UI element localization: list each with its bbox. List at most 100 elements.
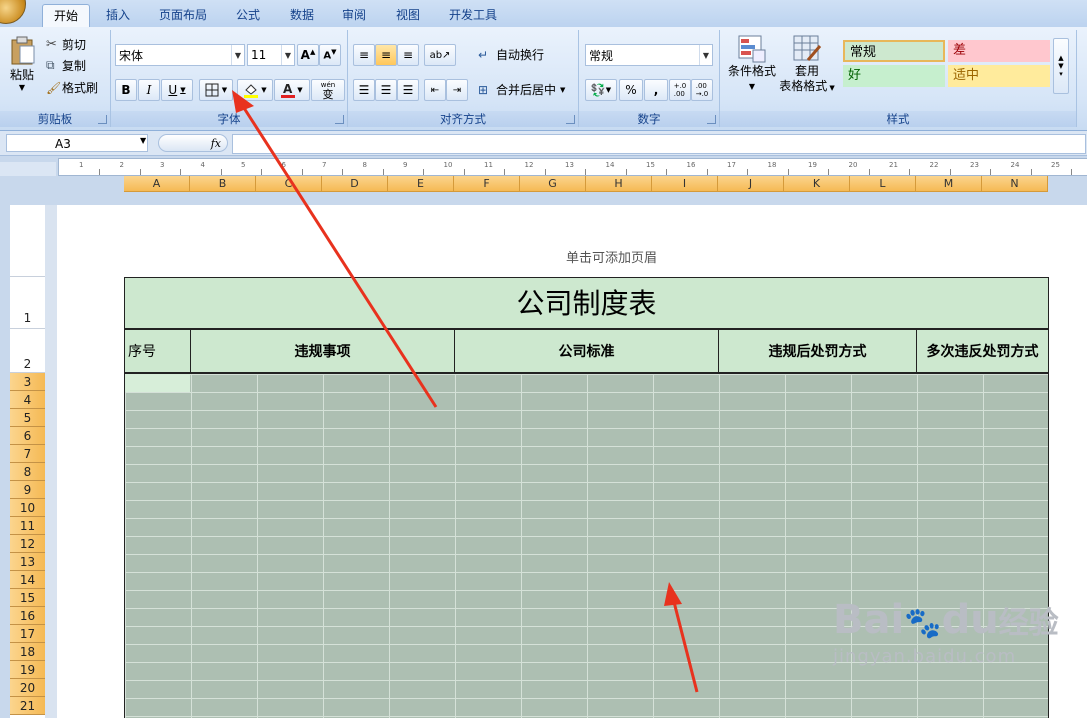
align-left-button[interactable]: ☰ (353, 79, 375, 101)
decrease-decimal-button[interactable]: .00 →.0 (691, 79, 713, 101)
row-header-1[interactable]: 1 (10, 277, 45, 329)
column-header-e[interactable]: E (388, 176, 454, 192)
orientation-button[interactable]: ab↗ (424, 44, 456, 66)
row-header-9[interactable]: 9 (10, 481, 45, 499)
row-header-3[interactable]: 3 (10, 373, 45, 391)
format-painter-button[interactable]: 🖌 格式刷 (46, 79, 98, 96)
sheet-title-cell[interactable]: 公司制度表 (124, 277, 1049, 329)
bold-button[interactable]: B (115, 79, 137, 101)
italic-button[interactable]: I (138, 79, 160, 101)
wrap-text-button[interactable]: ↵ 自动换行 (478, 46, 544, 63)
header-placeholder[interactable]: 单击可添加页眉 (566, 247, 657, 266)
row-header-12[interactable]: 12 (10, 535, 45, 553)
column-header-f[interactable]: F (454, 176, 520, 192)
dialog-launcher-icon[interactable] (707, 115, 716, 124)
number-format-select[interactable]: 常规 ▼ (585, 44, 713, 66)
comma-button[interactable]: , (644, 79, 668, 101)
insert-function-button[interactable]: fx (158, 134, 228, 152)
column-header-c[interactable]: C (256, 176, 322, 192)
row-header-7[interactable]: 7 (10, 445, 45, 463)
row-header-8[interactable]: 8 (10, 463, 45, 481)
column-header-n[interactable]: N (982, 176, 1048, 192)
row-header-20[interactable]: 20 (10, 679, 45, 697)
header-cell-standard[interactable]: 公司标准 (454, 329, 719, 373)
cut-button[interactable]: ✂ 剪切 (46, 36, 86, 53)
align-center-button[interactable]: ☰ (375, 79, 397, 101)
tab-data[interactable]: 数据 (282, 4, 322, 26)
header-cell-index[interactable]: 序号 (124, 329, 191, 373)
style-normal[interactable]: 常规 (843, 40, 945, 62)
column-header-d[interactable]: D (322, 176, 388, 192)
dialog-launcher-icon[interactable] (566, 115, 575, 124)
column-header-b[interactable]: B (190, 176, 256, 192)
format-as-table-button[interactable]: 套用 表格格式 ▼ (776, 34, 838, 96)
increase-decimal-button[interactable]: +.0 .00 (669, 79, 691, 101)
conditional-format-button[interactable]: 条件格式 ▼ (726, 34, 778, 94)
row-header-21[interactable]: 21 (10, 697, 45, 715)
header-cell-penalty[interactable]: 违规后处罚方式 (718, 329, 917, 373)
header-cell-violation[interactable]: 违规事项 (190, 329, 455, 373)
chevron-down-icon[interactable]: ▼ (140, 136, 146, 145)
row-header-4[interactable]: 4 (10, 391, 45, 409)
row-header-16[interactable]: 16 (10, 607, 45, 625)
tab-developer[interactable]: 开发工具 (442, 4, 504, 26)
accounting-format-button[interactable]: 💱 ▼ (585, 79, 617, 101)
copy-button[interactable]: ⧉ 复制 (46, 57, 86, 74)
underline-button[interactable]: U ▼ (161, 79, 193, 101)
row-header-13[interactable]: 13 (10, 553, 45, 571)
column-header-l[interactable]: L (850, 176, 916, 192)
tab-formulas[interactable]: 公式 (228, 4, 268, 26)
borders-button[interactable]: ▼ (199, 79, 233, 101)
column-header-h[interactable]: H (586, 176, 652, 192)
formula-input[interactable] (232, 134, 1086, 154)
row-header-11[interactable]: 11 (10, 517, 45, 535)
dialog-launcher-icon[interactable] (335, 115, 344, 124)
row-header-15[interactable]: 15 (10, 589, 45, 607)
style-good[interactable]: 好 (843, 65, 945, 87)
grow-font-button[interactable]: A▲ (297, 44, 319, 66)
font-size-select[interactable]: 11 ▼ (247, 44, 295, 66)
row-header-2[interactable]: 2 (10, 329, 45, 373)
font-color-button[interactable]: A ▼ (274, 79, 310, 101)
column-header-m[interactable]: M (916, 176, 982, 192)
row-header-10[interactable]: 10 (10, 499, 45, 517)
style-bad[interactable]: 差 (948, 40, 1050, 62)
row-header-19[interactable]: 19 (10, 661, 45, 679)
row-header-14[interactable]: 14 (10, 571, 45, 589)
align-top-button[interactable]: ≡ (353, 44, 375, 66)
row-header-5[interactable]: 5 (10, 409, 45, 427)
style-neutral[interactable]: 适中 (948, 65, 1050, 87)
phonetic-button[interactable]: wén 变 (311, 79, 345, 101)
fill-color-button[interactable]: ▼ (237, 79, 273, 101)
shrink-font-button[interactable]: A▼ (319, 44, 341, 66)
tab-insert[interactable]: 插入 (98, 4, 138, 26)
tab-review[interactable]: 审阅 (334, 4, 374, 26)
row-header-6[interactable]: 6 (10, 427, 45, 445)
decrease-indent-button[interactable]: ⇤ (424, 79, 446, 101)
column-header-i[interactable]: I (652, 176, 718, 192)
select-all-corner[interactable] (0, 162, 56, 176)
align-middle-button[interactable]: ≡ (375, 44, 397, 66)
column-header-a[interactable]: A (124, 176, 190, 192)
header-cell-repeat-penalty[interactable]: 多次违反处罚方式 (916, 329, 1049, 373)
align-bottom-button[interactable]: ≡ (397, 44, 419, 66)
active-cell-a3[interactable] (125, 374, 190, 392)
row-header-17[interactable]: 17 (10, 625, 45, 643)
dialog-launcher-icon[interactable] (98, 115, 107, 124)
name-box[interactable]: A3 (6, 134, 148, 152)
align-right-button[interactable]: ☰ (397, 79, 419, 101)
tab-view[interactable]: 视图 (388, 4, 428, 26)
merge-center-button[interactable]: ⊞ 合并后居中 ▼ (478, 81, 565, 98)
row-header-18[interactable]: 18 (10, 643, 45, 661)
font-name-select[interactable]: 宋体 ▼ (115, 44, 245, 66)
column-header-j[interactable]: J (718, 176, 784, 192)
column-header-k[interactable]: K (784, 176, 850, 192)
office-button[interactable] (0, 0, 26, 24)
styles-gallery-scroll[interactable]: ▲ ▼ ▾ (1053, 38, 1069, 94)
percent-button[interactable]: % (619, 79, 643, 101)
tab-page-layout[interactable]: 页面布局 (152, 4, 214, 26)
tab-home[interactable]: 开始 (42, 4, 90, 27)
paste-button[interactable]: 粘贴 ▼ (6, 34, 38, 92)
increase-indent-button[interactable]: ⇥ (446, 79, 468, 101)
column-header-g[interactable]: G (520, 176, 586, 192)
